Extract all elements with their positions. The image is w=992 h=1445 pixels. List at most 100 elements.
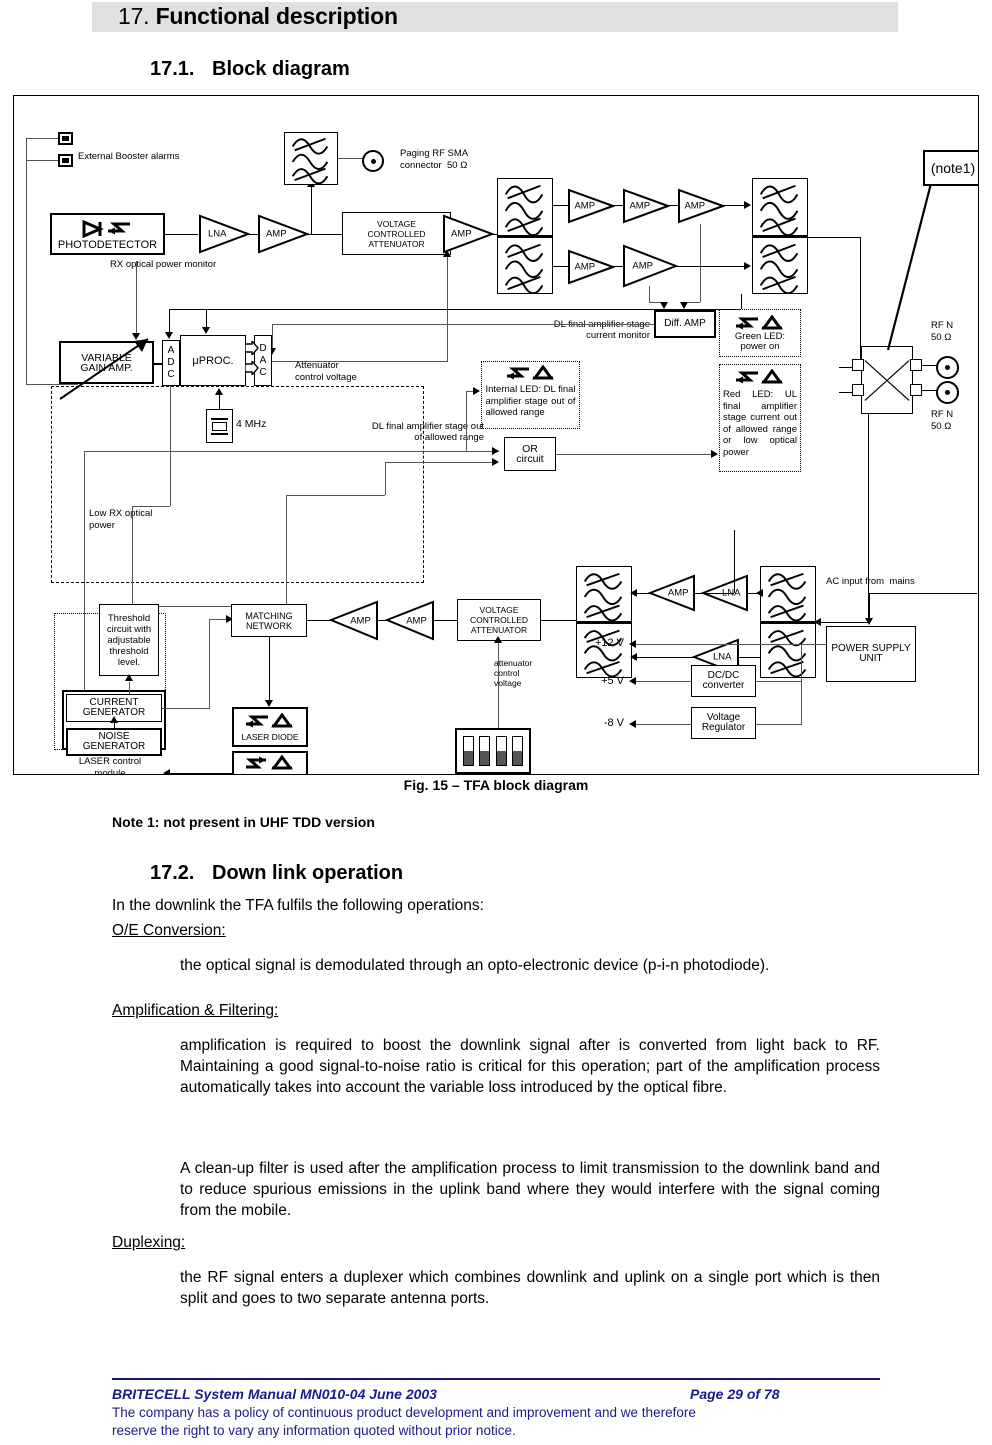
line [169,309,206,310]
amp-block-ul-2: AMP [385,600,435,641]
amp-label: AMP [574,200,596,212]
figure-caption: Fig. 15 – TFA block diagram [403,777,589,793]
ul-filter-upper [576,566,632,622]
line [756,681,802,682]
rf-n-bottom-label-1: RF N [931,409,954,420]
dl-filter-upper [497,178,553,236]
arrow-icon [110,716,118,723]
tfa-block-diagram: External Booster alarms PHOTODETECTOR RX… [13,95,979,775]
subsection-title: Down link operation [212,862,404,884]
lna-label: LNA [207,228,227,240]
monitor-photodet-label-1: MONITOR [250,772,290,775]
line [286,495,385,496]
arrow-icon [492,458,499,466]
line [26,160,58,161]
microprocessor-module-group [51,386,424,583]
crystal-oscillator-block [206,409,233,443]
green-led-label-2: power on [740,340,780,352]
dip-switch-4[interactable] [512,736,524,766]
ul-vca-label-3: ATTENUATOR [470,625,528,635]
paging-sma-label-2: connector 50 Ω [400,160,468,171]
amp-label: AMP [350,615,371,626]
diff-amp-block: Diff. AMP [654,310,716,338]
dl-out-of-range-label-2: of allowed range [414,432,484,443]
low-rx-optical-power-label-2: power [89,520,115,531]
arrow-icon [629,677,636,685]
arrow-icon [629,640,636,648]
line [154,363,162,365]
duplexer-block [861,346,913,414]
laser-diode-label: LASER DIODE [241,731,299,742]
ul-filter-lower [576,622,632,678]
page-title: 17. Functional description [118,3,398,30]
arrow-icon [629,720,636,728]
laser-diode-block: LASER DIODE [232,707,308,747]
psu-label-2: UNIT [859,653,883,664]
ul-input-filter-upper [760,566,816,622]
line [132,506,170,507]
paragraph-oe-conversion: the optical signal is demodulated throug… [180,957,770,974]
dip-switch-2[interactable] [479,736,491,766]
line [129,682,130,694]
line [286,495,287,606]
line [219,394,220,409]
amp-label: AMP [406,615,427,626]
bus-arrow-icon-2 [245,361,259,375]
line [808,237,861,238]
line [697,593,734,594]
section-title: Functional description [155,3,398,29]
footer-disclaimer-1: The company has a policy of continuous p… [112,1405,696,1420]
amp-block-dl-up-2: AMP [622,188,670,224]
note1-label: (note1) [930,160,976,176]
arrow-icon [492,447,499,455]
subsection-heading-block-diagram: 17.1. Block diagram [150,58,350,81]
line [136,261,137,335]
vca-label-3: ATTENUATOR [368,238,425,249]
variable-arrow-icon [52,331,162,411]
arrow-icon [215,388,223,395]
line [165,234,198,235]
arrow-icon [744,201,751,209]
dac-label: D A C [259,342,267,378]
line [635,681,691,682]
photodetector-block: PHOTODETECTOR [50,213,165,255]
arrow-icon [680,302,688,309]
rail-m8v-label: -8 V [603,717,624,729]
duplexer-port-in-ul [852,384,864,396]
adc-block: A D C [162,340,180,386]
monitor-photodiode-icon [244,754,296,772]
amp-block-ul-3: AMP [648,574,696,612]
footer-divider [112,1378,880,1380]
external-booster-alarms-label: External Booster alarms [78,151,180,162]
rf-port-connector-2 [936,381,959,404]
line [206,309,741,310]
line [635,644,826,645]
dl-voltage-controlled-attenuator-block: VOLTAGE CONTROLLED ATTENUATOR [342,212,451,255]
amp-block-dl-lo-2: AMP [622,244,678,288]
ul-attenuator-dip-switches[interactable] [455,728,531,774]
dcdc-label-2: converter [702,680,745,691]
dip-switch-1[interactable] [462,736,474,766]
arrow-icon [630,589,637,597]
rf-port-connector-1 [936,356,959,379]
low-rx-optical-power-label-1: Low RX optical [89,508,153,519]
line [816,622,868,623]
line [338,158,363,159]
arrow-icon [443,250,451,257]
amp-label: AMP [450,228,472,240]
internal-led-label: Internal LED: DL final amplifier stage o… [485,384,576,418]
arrow-icon [165,332,173,339]
line [272,324,654,325]
line [307,620,330,621]
subsection-number: 17.2. [150,862,195,884]
dip-switch-3[interactable] [495,736,507,766]
diff-amp-label: Diff. AMP [664,318,706,329]
dl-filter-lower [497,236,553,294]
voltage-regulator-block: Voltage Regulator [691,707,756,739]
amp-block-dl-up-1: AMP [567,188,615,224]
amp-label: AMP [632,260,654,272]
amp-block-dl-up-3: AMP [677,188,725,224]
arrow-icon [660,302,668,309]
line [466,391,467,451]
ul-attenuator-control-voltage-label-3: voltage [494,678,522,688]
